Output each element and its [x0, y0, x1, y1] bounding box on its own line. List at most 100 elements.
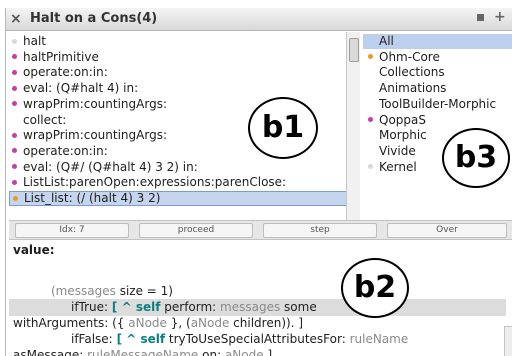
- code-token: ].: [263, 348, 276, 356]
- over-button[interactable]: Over: [387, 223, 507, 238]
- stack-frame-item[interactable]: halt: [9, 34, 349, 49]
- code-token: asMessage:: [13, 348, 84, 356]
- package-item[interactable]: Animations: [363, 81, 512, 96]
- package-label: Vivide: [379, 143, 416, 158]
- stack-frame-label: ListList:parenOpen:expressions:parenClos…: [23, 175, 287, 190]
- package-bullet-icon: [368, 39, 373, 44]
- code-scrollbar[interactable]: [504, 326, 512, 356]
- package-label: Kernel: [379, 159, 417, 174]
- package-bullet-icon: [368, 148, 373, 153]
- code-token: perform:: [160, 300, 217, 314]
- frame-bullet-icon: [12, 101, 17, 107]
- package-list[interactable]: All Ohm-Core Collections Animations ToolBuil…: [363, 32, 512, 220]
- close-icon[interactable]: ×: [10, 11, 22, 27]
- callout-b1: b1: [248, 97, 318, 159]
- stack-scrollbar[interactable]: [346, 32, 360, 220]
- stack-frame-label: List_list: (/ (halt 4) 3 2): [24, 191, 161, 205]
- package-bullet-icon: [368, 133, 373, 138]
- code-token: ifTrue:: [71, 300, 109, 314]
- stack-frame-item[interactable]: ListList:parenOpen:expressions:parenClos…: [9, 175, 349, 190]
- code-token: size = 1): [115, 284, 173, 298]
- package-label: Morphic: [379, 128, 427, 143]
- stack-frame-label: eval: (Q#halt 4) in:: [23, 81, 139, 96]
- top-strip: [0, 0, 512, 8]
- code-token: aNode: [128, 316, 167, 330]
- frame-bullet-icon: [12, 54, 17, 60]
- code-token: aNode: [190, 316, 230, 330]
- package-bullet-icon: [368, 164, 373, 170]
- package-label: Ohm-Core: [379, 49, 440, 64]
- frame-bullet-icon: [12, 132, 17, 138]
- package-bullet-icon: [368, 101, 373, 106]
- frame-bullet-icon: [13, 195, 18, 201]
- stack-frame-item[interactable]: operate:on:in:: [9, 65, 349, 80]
- frame-bullet-icon: [12, 179, 17, 185]
- code-token: ruleName: [345, 332, 409, 346]
- stack-frame-item[interactable]: eval: (Q#halt 4) in:: [9, 81, 349, 96]
- code-line-1: (messages size = 1): [51, 284, 173, 299]
- code-token: aNode: [221, 348, 264, 356]
- code-token: withArguments:: [13, 316, 109, 330]
- code-line-5: asMessage: ruleMessageName on: aNode ].: [13, 348, 276, 356]
- callout-b2: b2: [341, 258, 409, 318]
- stack-frame-label: eval: (Q#/ (Q#halt 4) 3 2) in:: [23, 159, 198, 174]
- package-label: ToolBuilder-Morphic: [379, 96, 497, 111]
- package-item[interactable]: All: [363, 34, 512, 49]
- method-header: value:: [13, 243, 55, 257]
- code-editor[interactable]: value: (messages size = 1) ifTrue: [ ^ s…: [9, 239, 512, 356]
- code-token: ({: [108, 316, 129, 330]
- proceed-button[interactable]: proceed: [139, 223, 253, 238]
- stack-frame-label: operate:on:in:: [23, 65, 108, 80]
- stack-frame-label: halt: [23, 34, 46, 48]
- code-line-4: ifFalse: [ ^ self tryToUseSpecialAttribu…: [71, 332, 408, 347]
- package-item[interactable]: QoppaS: [363, 113, 512, 128]
- title-bar[interactable]: × Halt on a Cons(4) +: [6, 8, 512, 31]
- code-token: ruleMessageName: [83, 348, 199, 356]
- code-token: on:: [198, 348, 222, 356]
- stack-frame-item[interactable]: List_list: (/ (halt 4) 3 2): [9, 191, 349, 206]
- code-line-2: ifTrue: [ ^ self perform: messages somet: [71, 300, 375, 315]
- package-bullet-icon: [368, 54, 373, 60]
- frame-bullet-icon: [12, 38, 17, 44]
- menu-plus-icon[interactable]: +: [494, 9, 506, 25]
- code-token: (messages: [51, 284, 116, 298]
- stack-frame-label: haltPrimitive: [23, 49, 99, 64]
- code-line-3: withArguments: ({ aNode }, (aNode childr…: [13, 316, 303, 331]
- package-item[interactable]: ToolBuilder-Morphic: [363, 97, 512, 112]
- stack-frame-item[interactable]: haltPrimitive: [9, 50, 349, 65]
- code-token: tryToUseSpecialAttributesFor:: [165, 332, 346, 346]
- code-token: [ ^: [111, 300, 136, 314]
- stack-frame-label: wrapPrim:countingArgs:: [23, 128, 167, 143]
- code-token: ifFalse:: [71, 332, 113, 346]
- package-label: QoppaS: [379, 112, 426, 127]
- code-token: }, (: [166, 316, 191, 330]
- package-item[interactable]: Ohm-Core: [363, 50, 512, 65]
- code-token: some: [280, 300, 317, 314]
- frame-bullet-icon: [12, 69, 17, 75]
- package-label: All: [379, 34, 394, 48]
- code-token: children)). ]: [229, 316, 303, 330]
- collapse-icon[interactable]: [477, 14, 484, 21]
- step-button[interactable]: step: [263, 223, 377, 238]
- frame-bullet-icon: [12, 164, 17, 170]
- debugger-toolbar: Idx: 7 proceed step Over: [9, 220, 512, 240]
- index-button[interactable]: Idx: 7: [15, 223, 129, 238]
- stack-frame-label: operate:on:in:: [23, 143, 108, 158]
- package-bullet-icon: [368, 86, 373, 91]
- stack-frame-label: wrapPrim:countingArgs:: [23, 96, 167, 111]
- window-title: Halt on a Cons(4): [30, 11, 158, 26]
- stack-frame-label: collect:: [23, 112, 67, 127]
- code-token: messages: [216, 300, 281, 314]
- package-bullet-icon: [368, 70, 373, 75]
- code-token: self: [135, 300, 161, 314]
- package-label: Collections: [379, 65, 445, 80]
- package-item[interactable]: Collections: [363, 65, 512, 80]
- package-bullet-icon: [368, 117, 373, 122]
- package-label: Animations: [379, 81, 447, 96]
- scrollbar-thumb[interactable]: [349, 38, 359, 62]
- debugger-window: × Halt on a Cons(4) + halt haltPrimitive o…: [5, 8, 512, 356]
- frame-bullet-icon: [12, 148, 17, 154]
- stack-frame-item[interactable]: eval: (Q#/ (Q#halt 4) 3 2) in:: [9, 160, 349, 175]
- callout-b3: b3: [442, 128, 510, 188]
- code-token: self: [140, 332, 166, 346]
